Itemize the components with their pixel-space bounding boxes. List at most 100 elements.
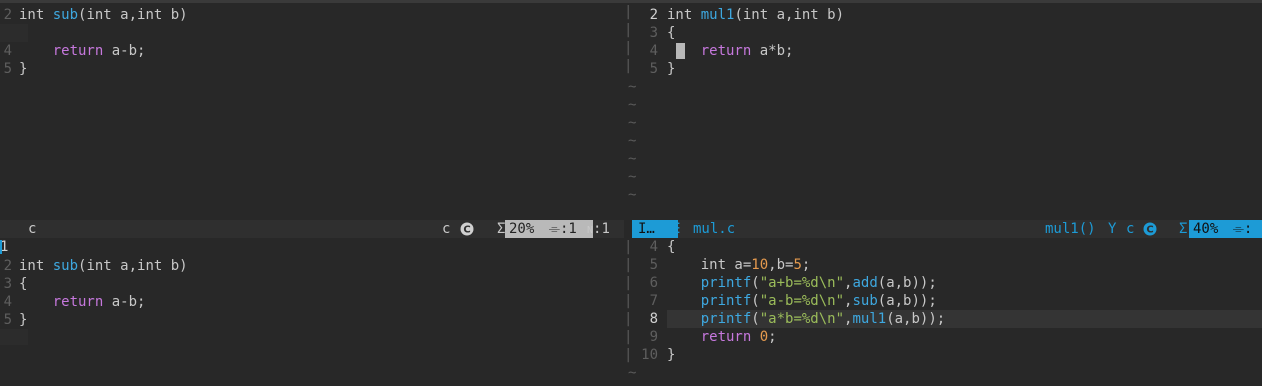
right-top-editor-pane[interactable]: 2 int mul1(int a,int b) 3{4 return a*b; 5} ~…: [0, 3, 1262, 220]
right-line-pos: ⌯:: [1232, 221, 1253, 237]
code-token: {: [667, 239, 676, 255]
code-token: return: [700, 43, 752, 59]
line-number: 5: [649, 257, 658, 273]
code-token: int: [667, 7, 701, 23]
left-column-box: N:1: [587, 220, 610, 240]
code-token: (a,b));: [886, 311, 946, 327]
code-text: int a=10,b=5;: [667, 256, 811, 274]
code-token: int a=: [667, 257, 752, 273]
code-token: 10: [751, 257, 769, 273]
code-line[interactable]: 2 int mul1(int a,int b): [0, 6, 1262, 24]
right-percent: 40%: [1193, 221, 1219, 237]
code-token: (a,b));: [877, 293, 937, 309]
code-text: {: [667, 24, 675, 42]
left-line-pos: :1: [559, 221, 577, 237]
code-text: printf("a-b=%d\n",sub(a,b));: [667, 292, 937, 310]
code-token: printf: [700, 311, 752, 327]
empty-line-marker: ~: [628, 187, 637, 203]
code-token: printf: [700, 275, 752, 291]
code-text: {: [667, 238, 675, 256]
code-token: (: [751, 311, 760, 327]
line-number: 5: [649, 61, 658, 77]
code-text: int mul1(int a,int b): [667, 6, 844, 24]
branch-icon: Y: [1108, 221, 1117, 237]
code-text: }: [667, 60, 675, 78]
empty-line-marker: ~: [628, 115, 637, 131]
code-token: add: [852, 275, 878, 291]
empty-line-marker: ~: [628, 151, 637, 167]
code-text: return 0;: [667, 328, 777, 346]
code-token: "a+b=%d\n": [759, 275, 845, 291]
code-token: a*b;: [751, 43, 794, 59]
code-token: (: [751, 293, 760, 309]
code-token: 5: [793, 257, 802, 273]
code-line[interactable]: 10}: [0, 346, 1262, 364]
svg-text:C: C: [463, 225, 470, 236]
code-token: ,b=: [768, 257, 794, 273]
code-line[interactable]: 5 int a=10,b=5;: [0, 256, 1262, 274]
code-token: ;: [801, 257, 811, 273]
empty-line-marker: ~: [628, 133, 637, 149]
right-statusline: I… ☰ mul.c mul1() Y c C Σ 40% ⌯:: [632, 220, 1262, 238]
right-bottom-editor-pane[interactable]: 4{5 int a=10,b=5; 6 printf("a+b=%d\n",add…: [0, 238, 1262, 386]
code-line[interactable]: 4{: [0, 238, 1262, 256]
left-position-box: 20% ⌯:1: [505, 220, 593, 238]
line-icon: ⌯: [548, 221, 560, 237]
code-token: }: [667, 61, 676, 77]
line-number: 8: [649, 311, 658, 327]
left-buffer-name: c: [28, 221, 37, 237]
code-line[interactable]: 7 printf("a-b=%d\n",sub(a,b));: [0, 292, 1262, 310]
code-text: return a*b;: [667, 42, 794, 60]
line-number: 6: [649, 275, 658, 291]
code-line[interactable]: 9 return 0;: [0, 328, 1262, 346]
right-filename: mul.c: [693, 221, 736, 237]
left-percent: 20%: [509, 221, 535, 237]
left-filetype-label: c: [442, 221, 451, 237]
file-icon: ☰: [668, 221, 681, 237]
empty-line-marker: ~: [628, 97, 637, 113]
line-number: 4: [649, 239, 658, 255]
empty-line-marker: ~: [628, 365, 637, 381]
code-token: (a,b));: [877, 275, 937, 291]
right-position-box: 40% ⌯:: [1189, 220, 1262, 238]
line-number: 7: [649, 293, 658, 309]
code-token: "a-b=%d\n": [759, 293, 845, 309]
line-number: 10: [641, 347, 658, 363]
empty-line-marker: ~: [628, 169, 637, 185]
code-line[interactable]: 8 printf("a*b=%d\n",mul1(a,b));: [0, 310, 1262, 328]
code-line[interactable]: 6 printf("a+b=%d\n",add(a,b));: [0, 274, 1262, 292]
line-number: 4: [649, 43, 658, 59]
code-token: {: [667, 25, 676, 41]
current-function: mul1(): [1045, 221, 1096, 237]
code-token: 0: [759, 329, 769, 345]
code-line[interactable]: 3{: [0, 24, 1262, 42]
code-token: ;: [768, 329, 777, 345]
sigma-icon: Σ: [1179, 221, 1188, 237]
code-token: mul1: [700, 7, 735, 23]
code-token: (: [751, 275, 760, 291]
code-line[interactable]: 4 return a*b;: [0, 42, 1262, 60]
code-token: printf: [700, 293, 752, 309]
block-cursor: [676, 43, 685, 59]
left-column: :1: [593, 221, 610, 237]
right-filetype-label: c: [1126, 221, 1135, 237]
line-number: 9: [649, 329, 658, 345]
code-token: sub: [852, 293, 878, 309]
code-token: }: [667, 347, 676, 363]
code-token: (int a,int b): [734, 7, 845, 23]
code-token: "a*b=%d\n": [759, 311, 845, 327]
code-text: }: [667, 346, 675, 364]
left-statusline: c c C Σ 20% ⌯:1 N:1: [0, 220, 624, 238]
line-number: 2: [649, 7, 658, 23]
code-text: printf("a+b=%d\n",add(a,b));: [667, 274, 937, 292]
code-token: return: [700, 329, 752, 345]
empty-line-marker: ~: [628, 79, 637, 95]
svg-text:C: C: [1146, 225, 1153, 236]
code-line[interactable]: 5}: [0, 60, 1262, 78]
code-token: mul1: [852, 311, 887, 327]
